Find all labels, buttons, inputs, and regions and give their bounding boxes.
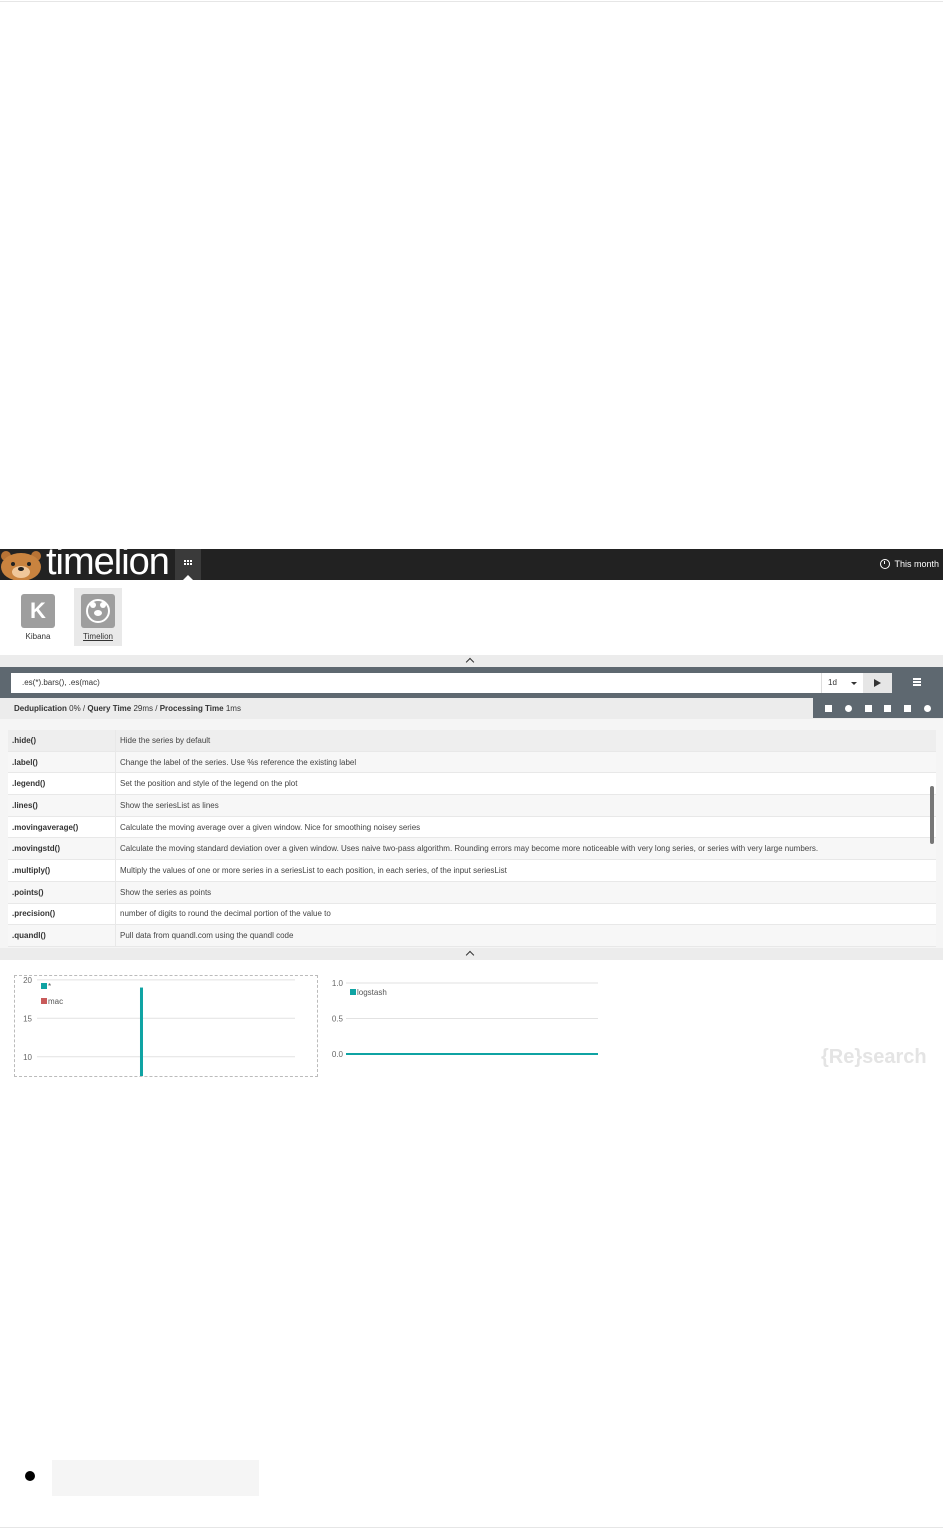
chart-1-plot: 10 15 20 * mac	[23, 976, 295, 1076]
collapse-docs-bar[interactable]	[0, 948, 943, 960]
help-icon[interactable]	[923, 704, 931, 712]
query-stats: Deduplication 0% / Query Time 29ms / Pro…	[14, 704, 241, 713]
hamburger-icon	[913, 678, 921, 680]
function-name: .multiply()	[8, 859, 116, 882]
menu-button[interactable]	[910, 676, 925, 688]
legend-label: mac	[48, 997, 63, 1006]
save-icon[interactable]	[864, 704, 872, 712]
y-tick-label: 20	[23, 976, 32, 985]
function-name: .movingaverage()	[8, 816, 116, 839]
collapse-drawer-bar[interactable]	[0, 655, 943, 667]
app-drawer	[0, 580, 943, 655]
function-description: number of digits to round the decimal po…	[115, 903, 936, 926]
legend-swatch	[41, 998, 47, 1004]
expression-input[interactable]: .es(*).bars(), .es(mac)	[11, 673, 821, 693]
chart-panel-1[interactable]: 10 15 20 * mac	[14, 975, 318, 1077]
chart-2-plot: 0.0 0.5 1.0 logstash	[332, 979, 598, 1059]
docs-row[interactable]: .movingaverage() Calculate the moving ave…	[8, 816, 936, 839]
function-description: Change the label of the series. Use %s r…	[115, 751, 936, 774]
timelion-bear-logo	[1, 551, 41, 580]
chevron-up-icon	[465, 950, 475, 960]
bullet-icon	[25, 1471, 35, 1481]
function-name: .label()	[8, 751, 116, 774]
timepicker[interactable]: This month	[880, 559, 939, 569]
docs-row[interactable]: .label() Change the label of the series. …	[8, 751, 936, 774]
function-description: Calculate the moving average over a give…	[115, 816, 936, 839]
docs-row[interactable]: .precision() number of digits to round th…	[8, 903, 936, 926]
function-name: .quandl()	[8, 924, 116, 947]
y-tick-label: 15	[23, 1014, 32, 1023]
timepicker-label: This month	[894, 559, 939, 569]
chart-icon[interactable]	[903, 704, 911, 712]
y-tick-label: 0.5	[332, 1015, 344, 1024]
function-docs-table: .hide() Hide the series by default .label(…	[8, 730, 936, 947]
legend-label: logstash	[357, 988, 387, 997]
function-description: Show the series as points	[115, 881, 936, 904]
legend-swatch	[41, 983, 47, 989]
legend-swatch	[350, 989, 356, 995]
research-watermark: {Re}search	[821, 1046, 927, 1068]
function-name: .hide()	[8, 730, 116, 752]
function-description: Set the position and style of the legend…	[115, 772, 936, 796]
function-description: Calculate the moving standard deviation …	[115, 837, 936, 861]
docs-row[interactable]: .quandl() Pull data from quandl.com using…	[8, 924, 936, 947]
interval-value: 1d	[828, 678, 837, 687]
function-name: .movingstd()	[8, 837, 116, 861]
function-name: .precision()	[8, 903, 116, 926]
y-tick-label: 1.0	[332, 979, 344, 988]
app-tile-kibana[interactable]: K Kibana	[14, 588, 62, 646]
legend-label: *	[48, 982, 51, 991]
function-name: .legend()	[8, 772, 116, 796]
function-description: Pull data from quandl.com using the quan…	[115, 924, 936, 947]
kibana-icon: K	[21, 594, 55, 628]
sheet-toolbar	[813, 698, 943, 718]
function-name: .points()	[8, 881, 116, 904]
docs-row[interactable]: .movingstd() Calculate the moving standar…	[8, 837, 936, 861]
docs-scrollbar[interactable]	[930, 786, 934, 844]
gear-icon[interactable]	[844, 704, 852, 712]
docs-row[interactable]: .lines() Show the seriesList as lines	[8, 794, 936, 817]
timelion-icon	[81, 594, 115, 628]
y-tick-label: 10	[23, 1053, 32, 1062]
brand-title: timelion	[46, 541, 170, 583]
docs-row[interactable]: .multiply() Multiply the values of one or…	[8, 859, 936, 882]
chevron-up-icon	[465, 657, 475, 667]
chart-panel-2[interactable]: 0.0 0.5 1.0 logstash	[320, 975, 610, 1077]
interval-select[interactable]: 1d	[821, 673, 863, 693]
new-sheet-icon[interactable]	[825, 704, 833, 712]
docs-row[interactable]: .points() Show the series as points	[8, 881, 936, 904]
function-description: Hide the series by default	[115, 730, 936, 752]
run-button[interactable]	[863, 673, 892, 693]
app-tile-timelion[interactable]: Timelion	[74, 588, 122, 646]
empty-placeholder	[52, 1460, 259, 1496]
app-switcher-button[interactable]	[175, 549, 201, 580]
docs-row[interactable]: .hide() Hide the series by default	[8, 730, 936, 752]
app-label: Timelion	[83, 632, 113, 641]
function-description: Multiply the values of one or more serie…	[115, 859, 936, 882]
chevron-down-icon	[851, 682, 857, 685]
y-tick-label: 0.0	[332, 1050, 344, 1059]
grid-icon	[184, 560, 192, 568]
docs-row[interactable]: .legend() Set the position and style of t…	[8, 772, 936, 796]
open-folder-icon[interactable]	[884, 704, 892, 712]
top-divider	[0, 1, 943, 2]
function-description: Show the seriesList as lines	[115, 794, 936, 817]
bottom-divider	[0, 1527, 943, 1528]
clock-icon	[880, 559, 891, 569]
function-name: .lines()	[8, 794, 116, 817]
bar	[139, 987, 143, 1076]
app-label: Kibana	[25, 632, 51, 641]
